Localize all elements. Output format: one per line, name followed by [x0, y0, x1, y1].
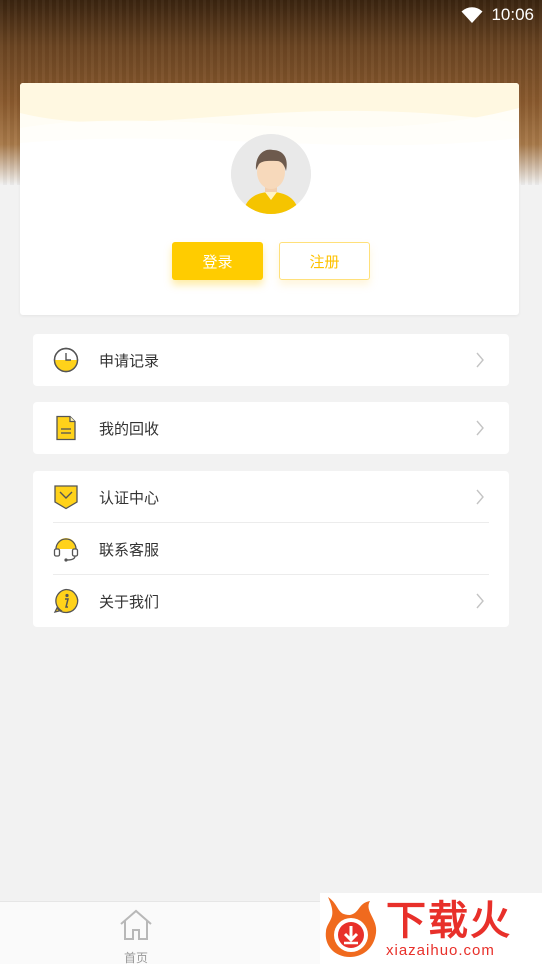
info-icon	[53, 588, 79, 614]
user-avatar-icon[interactable]	[231, 134, 311, 214]
menu-item-certification-center[interactable]: 认证中心	[33, 471, 509, 523]
chevron-right-icon	[475, 593, 485, 609]
menu-item-application-records[interactable]: 申请记录	[33, 334, 509, 386]
status-time: 10:06	[491, 5, 534, 24]
chevron-right-icon	[475, 352, 485, 368]
menu-item-label: 我的回收	[99, 420, 160, 438]
wifi-icon	[461, 6, 483, 24]
tab-home-label: 首页	[123, 951, 148, 964]
status-bar: 10:06	[0, 0, 542, 30]
menu-item-label: 认证中心	[99, 489, 160, 507]
document-icon	[53, 415, 79, 441]
tab-home[interactable]: 首页	[106, 908, 166, 964]
home-icon	[118, 908, 154, 947]
watermark-logo: 下载火 xiazaihuo.com	[320, 893, 542, 964]
clock-icon	[53, 347, 79, 373]
register-button[interactable]: 注册	[279, 242, 370, 280]
menu-group-misc: 认证中心 联系客服 关于我们	[33, 471, 509, 627]
menu-item-contact-service[interactable]: 联系客服	[33, 523, 509, 575]
chevron-right-icon	[475, 420, 485, 436]
watermark-subtitle: xiazaihuo.com	[386, 941, 495, 959]
menu-group-recycle: 我的回收	[33, 402, 509, 454]
menu-item-label: 申请记录	[99, 352, 160, 370]
login-button[interactable]: 登录	[172, 242, 263, 280]
chevron-right-icon	[475, 489, 485, 505]
certificate-icon	[53, 484, 79, 510]
menu-item-my-recycle[interactable]: 我的回收	[33, 402, 509, 454]
watermark-title: 下载火	[386, 898, 512, 943]
menu-item-label: 关于我们	[99, 593, 160, 611]
headset-icon	[53, 536, 79, 562]
menu-group-records: 申请记录	[33, 334, 509, 386]
profile-card: 登录 注册	[20, 83, 519, 315]
flame-logo-icon	[320, 893, 382, 964]
menu-item-about-us[interactable]: 关于我们	[33, 575, 509, 627]
menu-item-label: 联系客服	[99, 541, 160, 559]
